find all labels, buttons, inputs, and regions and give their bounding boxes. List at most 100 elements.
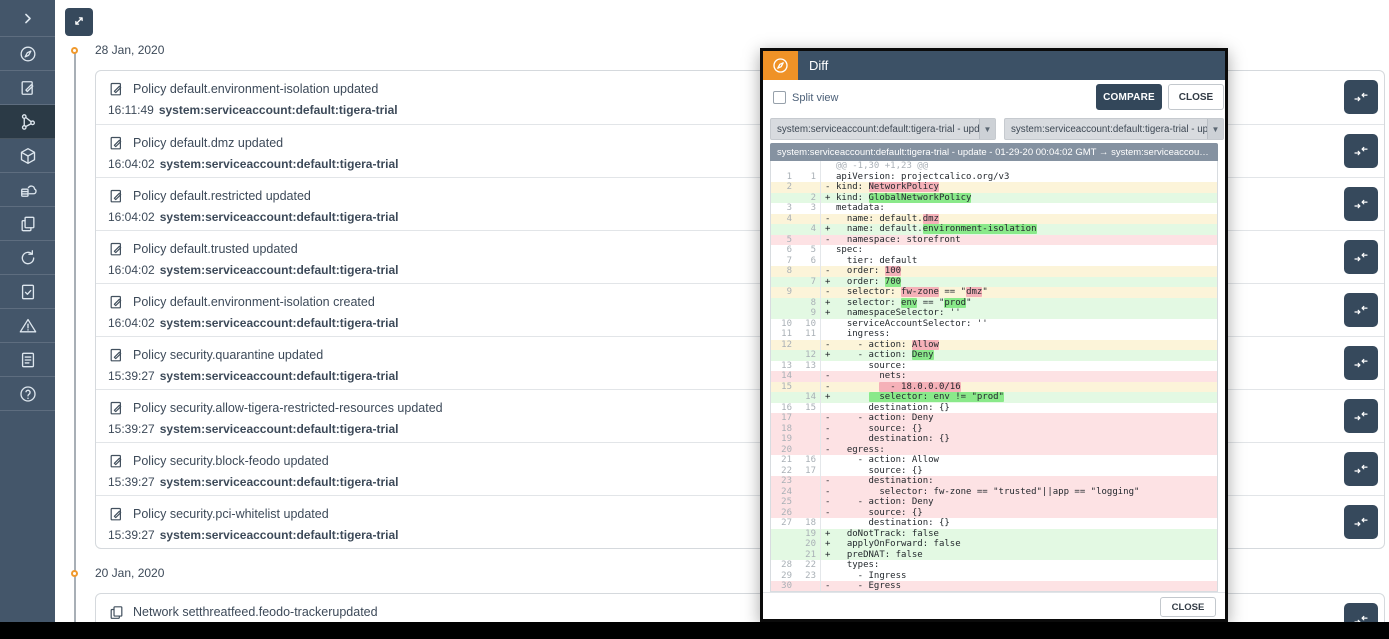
compare-icon bbox=[1353, 143, 1369, 159]
diff-line: 1111 ingress: bbox=[771, 329, 1217, 340]
sidebar-item-cloud-stack[interactable] bbox=[0, 173, 55, 207]
event-title: Policy default.environment-isolation cre… bbox=[133, 295, 375, 309]
event-time: 16:11:49 bbox=[108, 103, 154, 117]
timeline-dot-icon bbox=[71, 570, 78, 577]
diff-line: 20+ applyOnForward: false bbox=[771, 539, 1217, 550]
policy-edit-icon bbox=[108, 135, 125, 152]
open-diff-button[interactable] bbox=[1344, 452, 1378, 486]
diff-line: 1010 serviceAccountSelector: '' bbox=[771, 319, 1217, 330]
event-time: 15:39:27 bbox=[108, 422, 155, 436]
sidebar-item-compass[interactable] bbox=[0, 37, 55, 71]
open-diff-button[interactable] bbox=[1344, 187, 1378, 221]
cube-icon bbox=[18, 146, 38, 166]
diff-line: 25- - action: Deny bbox=[771, 497, 1217, 508]
event-time: 16:04:02 bbox=[108, 157, 155, 171]
sidebar-item-flow[interactable] bbox=[0, 105, 55, 139]
event-title: Policy security.block-feodo updated bbox=[133, 454, 329, 468]
compare-icon bbox=[1353, 355, 1369, 371]
open-diff-button[interactable] bbox=[1344, 80, 1378, 114]
split-view-checkbox[interactable] bbox=[773, 91, 786, 104]
sidebar bbox=[0, 0, 55, 622]
diff-line: 2822 types: bbox=[771, 560, 1217, 571]
event-user: system:serviceaccount:default:tigera-tri… bbox=[160, 369, 399, 383]
diff-line: 2923 - Ingress bbox=[771, 571, 1217, 582]
diff-line: 2116 - action: Allow bbox=[771, 455, 1217, 466]
diff-line: 2-kind: NetworkPolicy bbox=[771, 182, 1217, 193]
event-title: Policy security.allow-tigera-restricted-… bbox=[133, 401, 443, 415]
event-user: system:serviceaccount:default:tigera-tri… bbox=[160, 210, 399, 224]
sidebar-item-document-check[interactable] bbox=[0, 275, 55, 309]
split-view-label: Split view bbox=[792, 92, 838, 104]
event-time: 15:39:27 bbox=[108, 475, 155, 489]
flow-icon bbox=[18, 112, 38, 132]
compare-icon bbox=[1353, 408, 1369, 424]
diff-line: 5- namespace: storefront bbox=[771, 235, 1217, 246]
event-user: system:serviceaccount:default:tigera-tri… bbox=[160, 528, 399, 542]
event-time: 16:04:02 bbox=[108, 316, 155, 330]
policy-edit-icon bbox=[108, 506, 125, 523]
document-check-icon bbox=[18, 282, 38, 302]
sidebar-item-help[interactable] bbox=[0, 377, 55, 411]
event-user: system:serviceaccount:default:tigera-tri… bbox=[160, 422, 399, 436]
sidebar-item-warning[interactable] bbox=[0, 309, 55, 343]
compare-icon bbox=[1353, 514, 1369, 530]
compass-logo-icon bbox=[763, 51, 798, 80]
policy-edit-icon bbox=[108, 188, 125, 205]
open-diff-button[interactable] bbox=[1344, 293, 1378, 327]
date-label: 28 Jan, 2020 bbox=[95, 43, 164, 57]
event-title: Policy security.quarantine updated bbox=[133, 348, 323, 362]
bottom-bar bbox=[0, 622, 1389, 639]
diff-line: 9+ namespaceSelector: '' bbox=[771, 308, 1217, 319]
open-diff-button[interactable] bbox=[1344, 505, 1378, 539]
right-revision-select[interactable]: system:serviceaccount:default:tigera-tri… bbox=[1004, 118, 1224, 140]
sidebar-item-document-edit[interactable] bbox=[0, 71, 55, 105]
diff-line: 1615 destination: {} bbox=[771, 403, 1217, 414]
diff-line: 17- - action: Deny bbox=[771, 413, 1217, 424]
open-diff-button[interactable] bbox=[1344, 399, 1378, 433]
sidebar-item-report[interactable] bbox=[0, 343, 55, 377]
sidebar-item-copy[interactable] bbox=[0, 207, 55, 241]
sidebar-item-chevron-right[interactable] bbox=[0, 0, 55, 37]
diff-modal-header: Diff bbox=[763, 51, 1225, 80]
diff-line: 21+ preDNAT: false bbox=[771, 550, 1217, 561]
left-revision-value: system:serviceaccount:default:tigera-tri… bbox=[771, 124, 979, 135]
diff-line: 9- selector: fw-zone == "dmz" bbox=[771, 287, 1217, 298]
compare-icon bbox=[1353, 249, 1369, 265]
diff-line: 23- destination: bbox=[771, 476, 1217, 487]
compare-button[interactable]: COMPARE bbox=[1096, 84, 1162, 110]
diff-line: 26- source: {} bbox=[771, 508, 1217, 519]
event-title: Policy default.restricted updated bbox=[133, 189, 311, 203]
left-revision-select[interactable]: system:serviceaccount:default:tigera-tri… bbox=[770, 118, 996, 140]
event-user: system:serviceaccount:default:tigera-tri… bbox=[160, 316, 399, 330]
diff-line: 12+ - action: Deny bbox=[771, 350, 1217, 361]
footer-close-button[interactable]: CLOSE bbox=[1160, 597, 1216, 617]
timeline-rail bbox=[74, 49, 76, 639]
split-view-control: Split view bbox=[773, 91, 838, 104]
event-time: 15:39:27 bbox=[108, 528, 155, 542]
date-label: 20 Jan, 2020 bbox=[95, 566, 164, 580]
sidebar-item-refresh[interactable] bbox=[0, 241, 55, 275]
diff-modal: Diff Split view COMPARE CLOSE system:ser… bbox=[760, 48, 1228, 622]
event-user: system:serviceaccount:default:tigera-tri… bbox=[160, 157, 399, 171]
diff-file-header: system:serviceaccount:default:tigera-tri… bbox=[770, 143, 1218, 161]
open-diff-button[interactable] bbox=[1344, 346, 1378, 380]
diff-line: 8- order: 100 bbox=[771, 266, 1217, 277]
diff-line: 20- egress: bbox=[771, 445, 1217, 456]
diff-line: 12- - action: Allow bbox=[771, 340, 1217, 351]
diff-content[interactable]: @@ -1,30 +1,23 @@11apiVersion: projectca… bbox=[770, 161, 1218, 592]
expand-icon bbox=[71, 13, 87, 32]
compare-icon bbox=[1353, 302, 1369, 318]
policy-edit-icon bbox=[108, 453, 125, 470]
diff-line: 14+ selector: env != "prod" bbox=[771, 392, 1217, 403]
diff-line: 8+ selector: env == "prod" bbox=[771, 298, 1217, 309]
diff-line: 4+ name: default.environment-isolation bbox=[771, 224, 1217, 235]
open-diff-button[interactable] bbox=[1344, 134, 1378, 168]
open-diff-button[interactable] bbox=[1344, 240, 1378, 274]
expand-timeline-button[interactable] bbox=[65, 8, 93, 36]
sidebar-item-cube[interactable] bbox=[0, 139, 55, 173]
diff-line: @@ -1,30 +1,23 @@ bbox=[771, 161, 1217, 172]
policy-edit-icon bbox=[108, 294, 125, 311]
close-button[interactable]: CLOSE bbox=[1168, 84, 1224, 110]
compare-icon bbox=[1353, 89, 1369, 105]
event-title: Policy default.dmz updated bbox=[133, 136, 283, 150]
